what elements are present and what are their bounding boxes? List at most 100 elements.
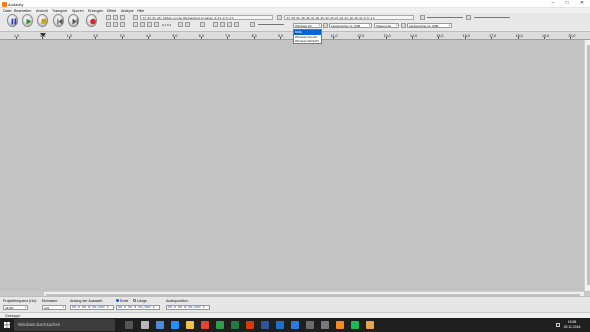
zoom-out-icon[interactable] <box>220 22 225 27</box>
chevron-down-icon: ▾ <box>368 24 370 27</box>
fit-project-icon[interactable] <box>234 22 239 27</box>
record-volume-slider[interactable] <box>427 17 463 18</box>
envelope-tool-icon[interactable] <box>113 15 118 20</box>
playback-device-select[interactable]: Lautsprecher (2- USB ▾ <box>407 23 452 28</box>
menu-tracks[interactable]: Spuren <box>72 9 84 13</box>
menu-edit[interactable]: Bearbeiten <box>14 9 31 13</box>
taskbar-app-icon[interactable] <box>306 321 314 329</box>
edge-icon[interactable] <box>291 321 299 329</box>
ruler-tick-mark <box>544 37 545 39</box>
menu-file[interactable]: Datei <box>3 9 11 13</box>
record-meter[interactable]: -57 -54 -51 -48 - Klicken, um die Überwa… <box>140 15 273 20</box>
ruler-tick-mark <box>438 37 439 39</box>
multi-tool-icon[interactable] <box>120 22 125 27</box>
ruler-tick-mark <box>95 37 96 39</box>
copy-icon[interactable] <box>140 22 145 27</box>
play-icon <box>26 18 31 25</box>
stop-button[interactable] <box>37 14 48 27</box>
audio-position-field[interactable]: 00 h 00 m 00,000 s <box>166 305 210 310</box>
word-icon[interactable] <box>261 321 269 329</box>
minimize-button[interactable]: – <box>547 0 559 8</box>
play-at-speed-icon[interactable] <box>250 22 255 27</box>
draw-tool-icon[interactable] <box>120 15 125 20</box>
taskbar-app-icon[interactable] <box>156 321 164 329</box>
ruler-tick-label: 1,0 <box>14 34 19 38</box>
zoom-in-icon[interactable] <box>213 22 218 27</box>
menu-view[interactable]: Ansicht <box>36 9 48 13</box>
menu-effect[interactable]: Effekt <box>107 9 116 13</box>
menu-generate[interactable]: Erzeugen <box>88 9 103 13</box>
sync-lock-icon[interactable] <box>200 22 205 27</box>
play-button[interactable] <box>22 14 33 27</box>
end-radio-label: Ende <box>120 298 129 303</box>
recording-device-select[interactable]: Lautsprecher (2- USB ▾ <box>329 23 372 28</box>
selection-tool-icon[interactable] <box>106 15 111 20</box>
ruler-tick-mark <box>412 37 413 39</box>
snap-select[interactable]: Aus ▾ <box>42 305 66 310</box>
menu-analyze[interactable]: Analyse <box>121 9 134 13</box>
excel-icon[interactable] <box>231 321 239 329</box>
track-panel[interactable] <box>0 40 584 291</box>
host-option-wasapi[interactable]: Windows WASAPI <box>294 39 321 44</box>
end-radio[interactable] <box>116 299 119 302</box>
taskbar-app-icon[interactable] <box>216 321 224 329</box>
microphone-icon <box>133 15 138 20</box>
ruler-tick-mark <box>121 37 123 39</box>
audio-host-select[interactable]: Windows Wi ▾ <box>293 23 322 28</box>
redo-icon[interactable] <box>185 22 190 27</box>
task-view-icon[interactable] <box>125 321 133 329</box>
timeshift-tool-icon[interactable] <box>113 22 118 27</box>
taskbar-search-input[interactable]: Windows durchsuchen <box>14 319 115 331</box>
taskbar-clock[interactable]: 16:58 25.11.2016 <box>560 320 584 330</box>
taskbar-app-icon[interactable] <box>321 321 329 329</box>
chevron-down-icon: ▾ <box>24 306 26 309</box>
paste-icon[interactable] <box>147 22 152 27</box>
playback-meter[interactable]: -57 -54 -51 -48 -45 -42 -39 -36 -33 -30 … <box>284 15 414 20</box>
vertical-scrollbar[interactable] <box>584 40 590 291</box>
taskbar-app-icon[interactable] <box>276 321 284 329</box>
maximize-button[interactable]: □ <box>561 0 573 8</box>
skip-to-start-button[interactable] <box>53 14 64 27</box>
selection-toolbar: Projektfrequenz (Hz): 44100 ▾ Einrasten: … <box>0 296 590 312</box>
window-title: Audacity <box>8 1 24 7</box>
ruler-tick-label: 5,0 <box>172 34 178 38</box>
clock-date: 25.11.2016 <box>563 324 581 329</box>
chrome-icon[interactable] <box>201 321 209 329</box>
audio-position-label: Audioposition: <box>166 298 189 303</box>
zoom-tool-icon[interactable] <box>106 22 111 27</box>
ruler-tick-mark <box>359 37 360 39</box>
skip-to-end-button[interactable] <box>68 14 79 27</box>
taskbar-app-icon[interactable] <box>171 321 179 329</box>
channels-select[interactable]: (Stereo) Au ▾ <box>374 23 399 28</box>
windows-start-icon[interactable] <box>4 322 10 328</box>
taskbar-app-icon[interactable] <box>366 321 374 329</box>
play-speed-slider[interactable] <box>258 24 284 25</box>
taskbar-app-icon[interactable] <box>141 321 149 329</box>
powerpoint-icon[interactable] <box>246 321 254 329</box>
cut-icon[interactable] <box>133 22 138 27</box>
ruler-tick-label: 9,0 <box>278 34 283 38</box>
ruler-tick-mark <box>464 37 466 39</box>
record-button[interactable] <box>86 14 97 27</box>
selection-end-field[interactable]: 00 h 00 m 00,000 s <box>116 305 160 310</box>
length-radio[interactable] <box>133 299 136 302</box>
pause-button[interactable] <box>7 14 18 27</box>
scrollbar-thumb[interactable] <box>586 45 590 285</box>
menu-help[interactable]: Hilfe <box>137 9 144 13</box>
close-button[interactable]: ✕ <box>576 0 588 8</box>
snap-label: Einrasten: <box>42 298 59 303</box>
file-explorer-icon[interactable] <box>186 321 194 329</box>
ruler-tick-mark <box>16 37 17 39</box>
fit-selection-icon[interactable] <box>227 22 232 27</box>
audacity-taskbar-icon[interactable] <box>336 321 344 329</box>
undo-icon[interactable] <box>178 22 183 27</box>
menu-transport[interactable]: Transport <box>52 9 67 13</box>
ruler-tick-mark <box>227 37 228 39</box>
ruler-tick-label: 2,0 <box>93 34 99 38</box>
project-rate-select[interactable]: 44100 ▾ <box>3 305 28 310</box>
spotify-icon[interactable] <box>351 321 359 329</box>
playback-volume-slider[interactable] <box>474 17 510 18</box>
selection-start-field[interactable]: 00 h 00 m 00,000 s <box>70 305 114 310</box>
trim-icon[interactable] <box>154 22 159 27</box>
mic-volume-icon <box>420 15 425 20</box>
